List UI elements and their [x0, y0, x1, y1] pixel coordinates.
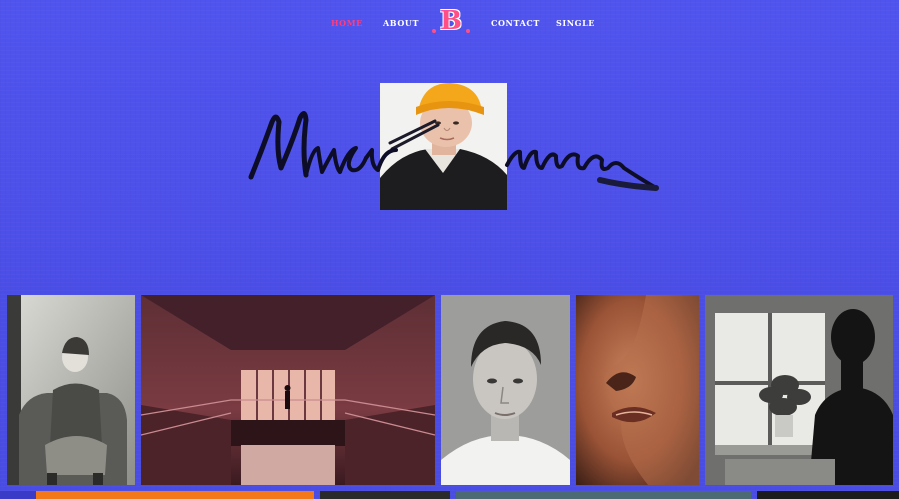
gallery-strip-3 — [320, 491, 450, 499]
man-at-window-icon — [705, 295, 893, 485]
hero-section — [0, 0, 899, 290]
gallery-strip-4 — [456, 491, 751, 499]
gallery-item-4[interactable] — [576, 295, 699, 485]
gallery-strip-2 — [36, 491, 314, 499]
person-yellow-beanie-icon — [380, 83, 507, 210]
woman-seated-armchair-icon — [7, 295, 135, 485]
gallery-strip-5 — [757, 491, 899, 499]
gallery-strip-1 — [0, 491, 36, 499]
hero-portrait — [380, 83, 507, 210]
gallery-item-5[interactable] — [705, 295, 893, 485]
young-man-portrait-icon — [441, 295, 570, 485]
face-closeup-icon — [576, 295, 699, 485]
figure-in-hall-icon — [141, 295, 435, 485]
photo-gallery — [0, 295, 899, 499]
gallery-item-2[interactable] — [141, 295, 435, 485]
gallery-item-3[interactable] — [441, 295, 570, 485]
gallery-item-1[interactable] — [7, 295, 135, 485]
